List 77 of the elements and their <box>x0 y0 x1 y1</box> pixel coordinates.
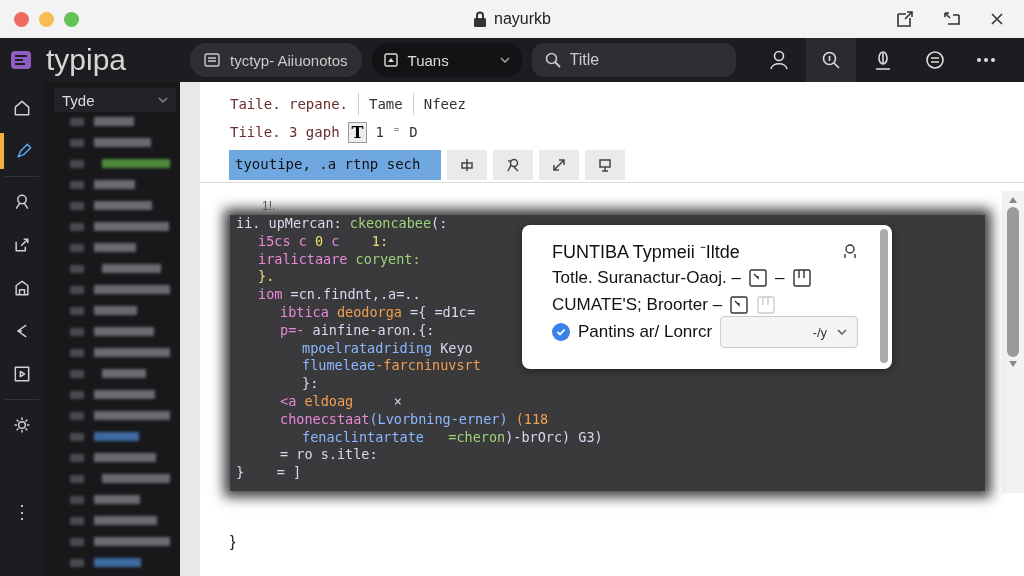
code-line: fenaclintartate =cheron)-brOrc) G3) <box>302 428 603 447</box>
building-icon <box>12 278 32 298</box>
highlighted-text: tyoutipe, .a rtnp sech <box>229 150 441 180</box>
scroll-up-icon <box>1009 197 1017 203</box>
search-icon <box>544 52 561 68</box>
resize-icon[interactable] <box>942 10 962 28</box>
code-line: chonecstaat(Lvorbning-erner) (118 <box>280 410 549 429</box>
find-button[interactable] <box>493 150 533 180</box>
editor-text: Tiile. 3 gaph <box>230 124 340 140</box>
chevron-down-icon <box>158 97 168 103</box>
scroll-down-icon <box>1009 361 1017 367</box>
breadcrumb-button[interactable]: tyctyp- Aiiuonotos <box>190 43 362 77</box>
checkbox-label: Pantins ar/ Lonrcr <box>577 322 713 342</box>
sync-icon[interactable] <box>923 49 946 71</box>
logo-icon <box>10 49 34 71</box>
code-line: flumeleae-farcninuvsrt <box>302 357 481 376</box>
share-icon <box>12 235 32 255</box>
cursor-box-icon[interactable] <box>730 296 749 314</box>
app-name: typipa <box>46 43 127 77</box>
code-line: }. <box>258 268 275 287</box>
lock-icon <box>473 11 488 27</box>
editor-text: Nfeez <box>423 96 466 112</box>
play-icon <box>12 364 32 384</box>
code-line: ibtica deodorga ={ =d1c= <box>280 304 476 322</box>
gear-icon <box>12 415 32 435</box>
split-button[interactable] <box>447 150 487 180</box>
columns-icon[interactable] <box>792 268 813 288</box>
checkbox[interactable] <box>552 323 570 341</box>
popup-text: Totle. Suranactur-Oaoj. – <box>552 268 741 288</box>
popup-text: CUMATE'S; Broorter – <box>552 295 723 315</box>
popup-title: FUNTIBA Typmeii ⁻Iltde <box>552 241 741 263</box>
scrollbar-thumb[interactable] <box>880 229 888 363</box>
code-label: 1!. <box>262 199 276 213</box>
window-title: nayurkb <box>494 10 551 28</box>
new-window-icon[interactable] <box>896 10 914 28</box>
editor-text: Tame <box>369 96 403 112</box>
editor-text: 1 ⁼ D <box>375 124 418 140</box>
code-line: }: <box>302 375 319 393</box>
chevron-down-icon <box>499 57 510 63</box>
user-icon[interactable] <box>842 243 858 259</box>
chevron-down-icon <box>837 329 847 335</box>
code-line: = ro s.itle: <box>280 446 378 465</box>
cursor-box-icon[interactable] <box>749 269 767 287</box>
text-cursor-button[interactable]: T <box>347 121 368 143</box>
search-field[interactable]: Title <box>531 43 736 77</box>
code-line: mpoelratadriding Keyo <box>302 339 473 358</box>
user-icon[interactable] <box>767 49 790 71</box>
popup-text: – <box>775 268 785 288</box>
monitor-icon <box>598 158 612 172</box>
editor-text: Taile. repane. <box>230 96 348 112</box>
more-button[interactable]: ⋮ <box>7 500 37 524</box>
document-icon <box>204 53 220 67</box>
image-icon <box>383 53 398 67</box>
home-icon <box>12 98 32 118</box>
select-field[interactable]: -/y <box>720 316 858 348</box>
code-line: iralictaare coryent: <box>258 250 421 269</box>
code-line: <a eldoag × <box>280 392 402 411</box>
code-line: i5cs c 0 c 1: <box>258 232 389 251</box>
close-window-button[interactable] <box>14 11 29 27</box>
expand-icon <box>552 158 566 172</box>
code-line: } = ] <box>236 464 302 482</box>
expand-button[interactable] <box>539 150 579 180</box>
type-dropdown[interactable]: Tyde <box>54 88 176 112</box>
split-icon <box>460 158 474 172</box>
scrollbar-thumb[interactable] <box>1007 207 1019 357</box>
code-text: } <box>230 533 237 551</box>
code-line: ii. upMercan: ckeoncabee(: <box>236 215 448 233</box>
check-icon <box>555 326 567 338</box>
code-line: iom =cn.findnt,.a=.. <box>258 286 421 304</box>
scrollbar[interactable] <box>1002 191 1024 493</box>
find-icon <box>506 158 520 172</box>
code-line: p=- ainfine-aron.{: <box>280 321 435 340</box>
more-icon[interactable] <box>975 57 996 63</box>
dropdown-button[interactable]: Tuans <box>371 43 522 77</box>
monitor-button[interactable] <box>585 150 625 180</box>
zoom-icon[interactable] <box>820 50 841 70</box>
close-icon[interactable] <box>990 12 1004 26</box>
